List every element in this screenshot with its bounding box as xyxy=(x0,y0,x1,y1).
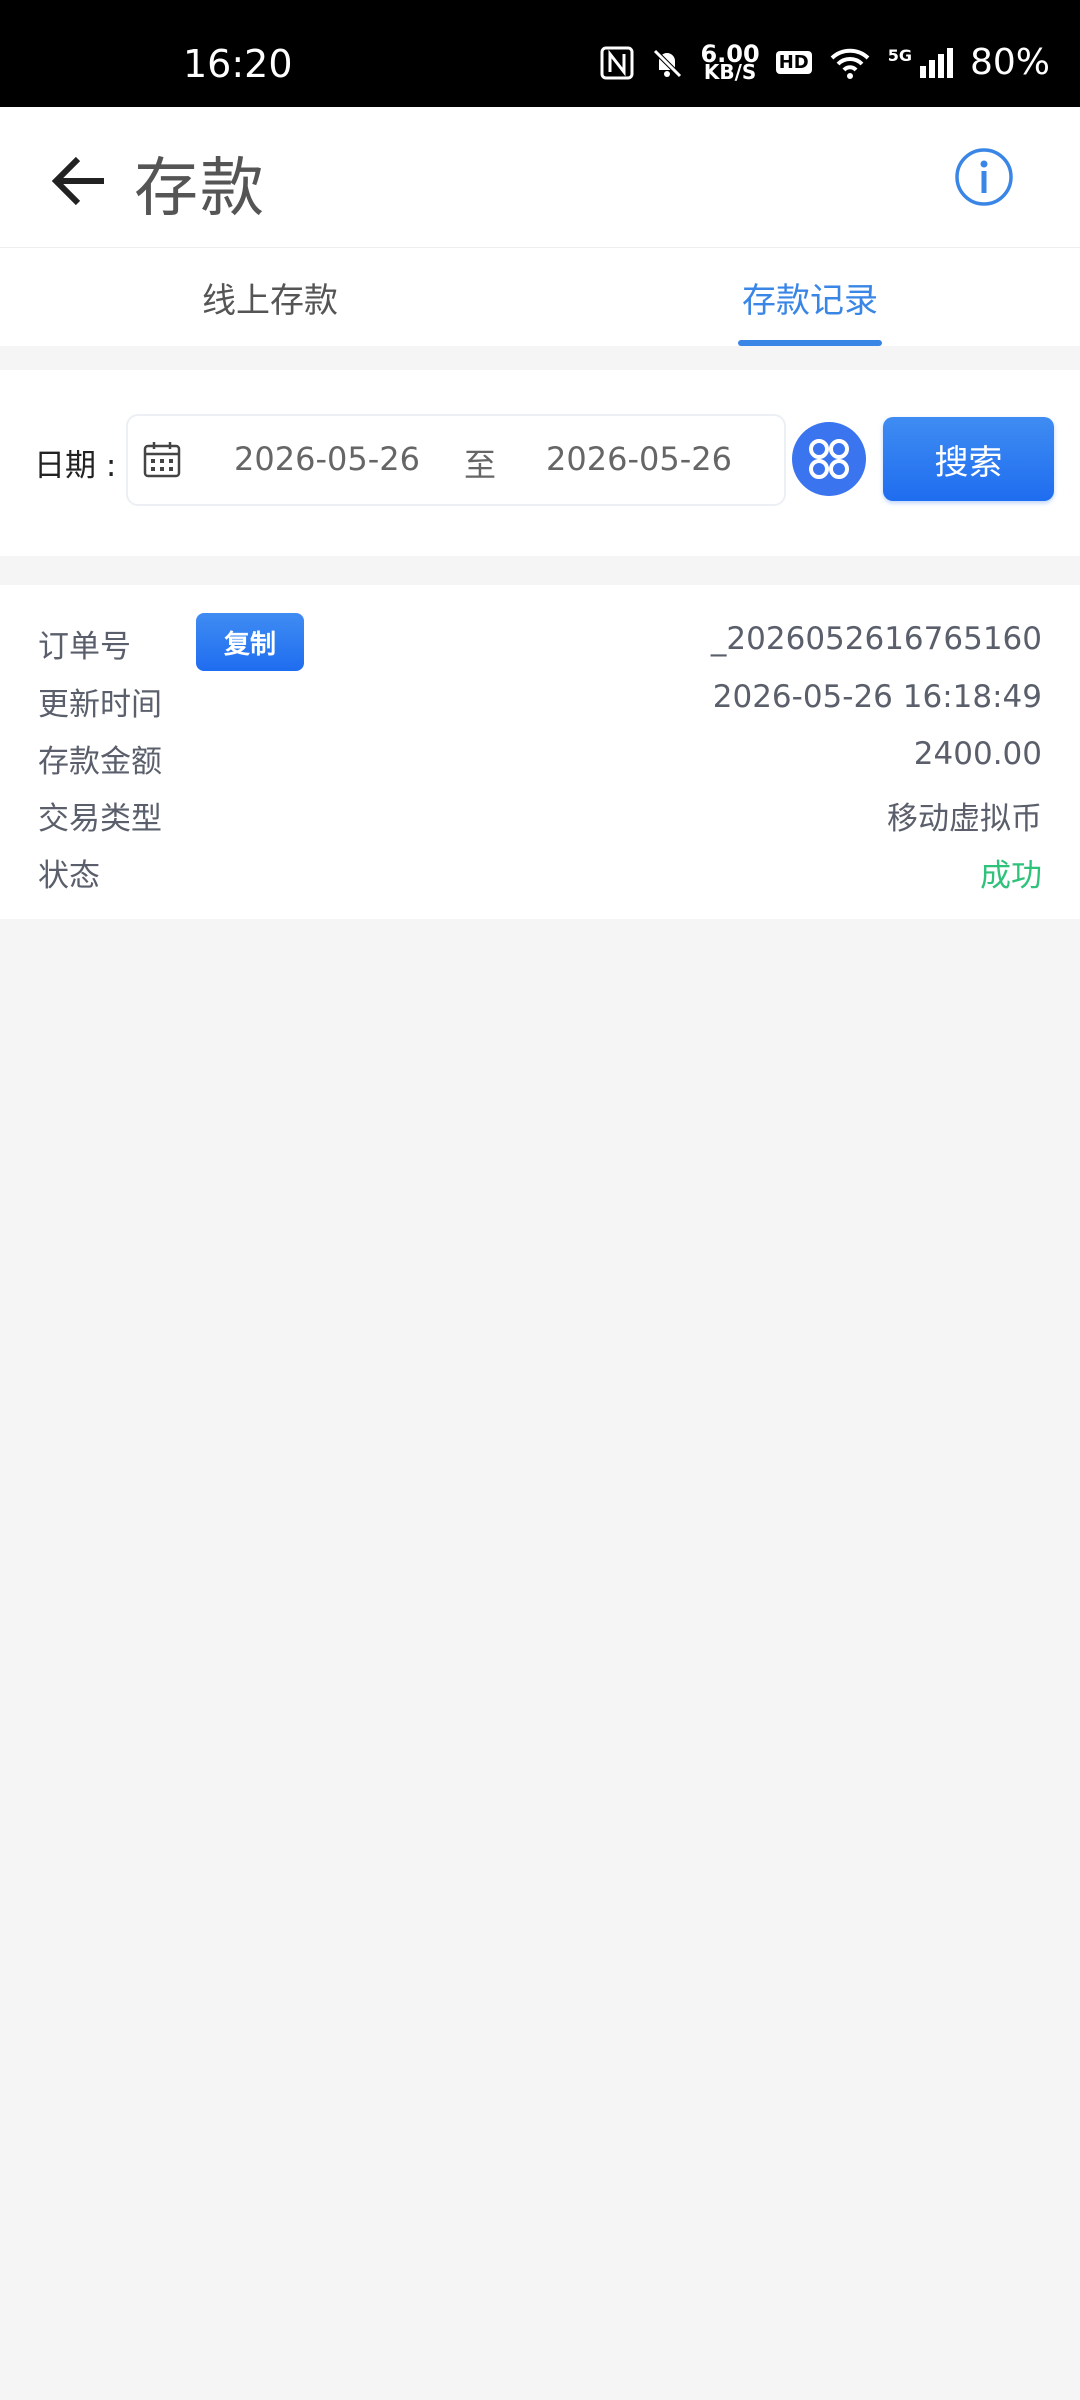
record-row-status: 状态 成功 xyxy=(38,850,1042,894)
tab-deposit-records[interactable]: 存款记录 xyxy=(540,248,1080,346)
order-id-value: _2026052616765160 xyxy=(710,621,1042,657)
status-time: 16:20 xyxy=(183,42,293,86)
copy-button[interactable]: 复制 xyxy=(196,613,304,671)
info-icon[interactable] xyxy=(954,147,1014,207)
row-label: 交易类型 xyxy=(38,801,162,837)
start-date[interactable]: 2026-05-26 xyxy=(234,440,420,478)
date-label: 日期 : xyxy=(34,448,117,484)
type-value: 移动虚拟币 xyxy=(887,801,1042,837)
record-row-order-id: 订单号 复制 _2026052616765160 xyxy=(38,613,1042,671)
page-title: 存款 xyxy=(134,152,266,226)
network-label: 5G xyxy=(887,45,912,65)
quick-filter-button[interactable] xyxy=(792,422,866,496)
status-bar: 16:20 6.00 KB/S HD 5G 80% xyxy=(0,0,1080,107)
row-label: 状态 xyxy=(38,858,100,894)
wifi-icon xyxy=(828,46,872,80)
deposit-record-card: 订单号 复制 _2026052616765160 更新时间 2026-05-26… xyxy=(0,585,1080,919)
status-icons: 6.00 KB/S HD 5G 80% xyxy=(600,42,1050,83)
network-speed: 6.00 KB/S xyxy=(700,42,759,84)
speed-unit: KB/S xyxy=(703,59,757,84)
update-time-value: 2026-05-26 16:18:49 xyxy=(712,679,1042,715)
search-button[interactable]: 搜索 xyxy=(883,417,1054,501)
tab-bar: 线上存款 存款记录 xyxy=(0,248,1080,346)
row-label: 更新时间 xyxy=(38,687,162,723)
amount-value: 2400.00 xyxy=(913,736,1042,772)
record-row-amount: 存款金额 2400.00 xyxy=(38,736,1042,780)
record-row-update-time: 更新时间 2026-05-26 16:18:49 xyxy=(38,679,1042,723)
date-filter: 日期 : 2026-05-26 至 2026-05-26 搜索 xyxy=(0,370,1080,556)
record-row-type: 交易类型 移动虚拟币 xyxy=(38,793,1042,837)
row-label: 存款金额 xyxy=(38,744,162,780)
back-arrow-icon[interactable] xyxy=(50,151,110,211)
bell-off-icon xyxy=(650,46,684,80)
hd-icon: HD xyxy=(775,51,812,74)
nfc-icon xyxy=(600,46,634,80)
battery-level: 80% xyxy=(969,42,1050,83)
tab-online-deposit[interactable]: 线上存款 xyxy=(0,248,540,346)
date-separator: 至 xyxy=(464,446,497,484)
end-date[interactable]: 2026-05-26 xyxy=(546,440,732,478)
calendar-icon xyxy=(142,440,182,480)
date-range-picker[interactable]: 2026-05-26 至 2026-05-26 xyxy=(126,414,786,506)
app-header: 存款 xyxy=(0,107,1080,248)
row-label: 订单号 xyxy=(38,629,131,665)
status-value: 成功 xyxy=(980,858,1042,894)
signal-icon: 5G xyxy=(888,46,954,80)
